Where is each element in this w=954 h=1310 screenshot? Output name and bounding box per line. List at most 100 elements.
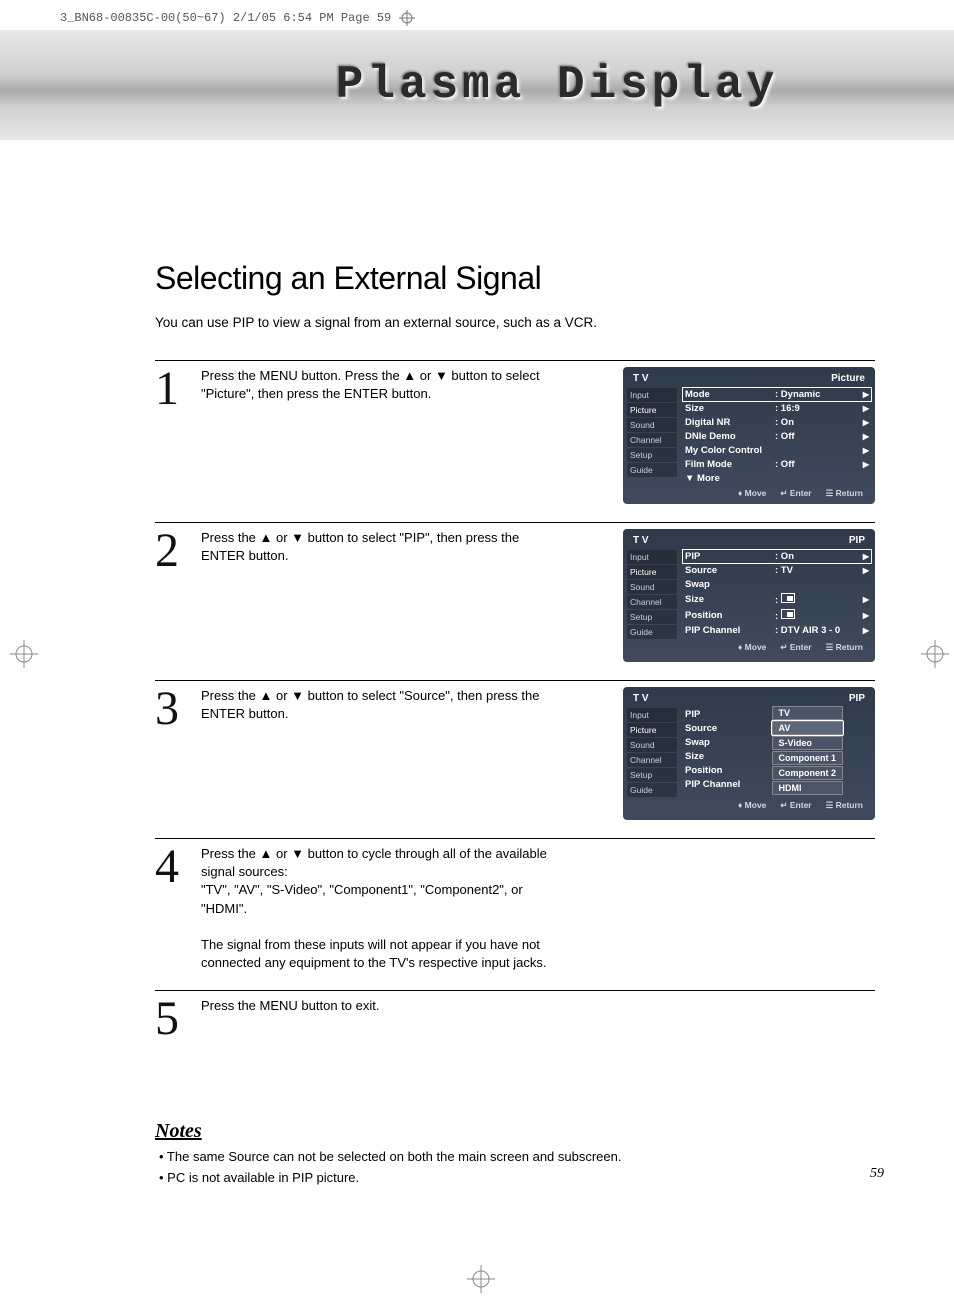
- osd-row-value: :: [775, 593, 863, 606]
- step-text: Press the MENU button. Press the ▲ or ▼ …: [201, 367, 561, 504]
- osd-head-left: T V: [633, 693, 649, 704]
- osd-menu-row[interactable]: Digital NR: On▶: [683, 416, 871, 429]
- osd-row-value: : Off: [775, 431, 863, 442]
- osd-row-label: PIP Channel: [685, 625, 775, 636]
- osd-sidebar-item[interactable]: Setup: [627, 448, 677, 462]
- osd-sidebar-item[interactable]: Sound: [627, 418, 677, 432]
- note-item: • PC is not available in PIP picture.: [159, 1168, 875, 1189]
- page-number: 59: [870, 1166, 884, 1182]
- osd-panel: T V PIP InputPictureSoundChannelSetupGuide…: [623, 687, 875, 820]
- osd-popup-option[interactable]: TV: [772, 706, 844, 720]
- osd-footer: ♦ Move↵ Enter☰ Return: [627, 639, 871, 654]
- registration-mark-bottom: [467, 1265, 495, 1298]
- print-header: 3_BN68-00835C-00(50~67) 2/1/05 6:54 PM P…: [60, 10, 415, 26]
- osd-head-left: T V: [633, 535, 649, 546]
- osd-footer-hint: ☰ Return: [826, 800, 863, 811]
- osd-menu-row[interactable]: Swap: [683, 578, 871, 591]
- step-text: Press the MENU button to exit.: [201, 997, 561, 1050]
- banner-title: Plasma Display: [336, 59, 778, 111]
- osd-popup-option[interactable]: S-Video: [772, 736, 844, 750]
- osd-footer: ♦ Move ↵ Enter ☰ Return: [627, 485, 871, 500]
- osd-sidebar-item[interactable]: Channel: [627, 595, 677, 609]
- chevron-right-icon: ▶: [863, 626, 869, 635]
- registration-mark-left: [10, 640, 38, 673]
- osd-menu-row[interactable]: ▼ More: [683, 472, 871, 485]
- chevron-right-icon: ▶: [863, 418, 869, 427]
- osd-row-label: Size: [685, 403, 775, 414]
- pip-size-icon: [781, 593, 795, 603]
- osd-row-label: Source: [685, 723, 775, 734]
- osd-source-popup: TVAVS-VideoComponent 1Component 2HDMI: [772, 706, 844, 795]
- instruction-step: 4Press the ▲ or ▼ button to cycle throug…: [155, 838, 875, 972]
- osd-sidebar-item[interactable]: Sound: [627, 738, 677, 752]
- crop-mark-icon: [399, 10, 415, 26]
- osd-footer-hint: ☰ Return: [826, 488, 863, 499]
- osd-popup-option[interactable]: Component 2: [772, 766, 844, 780]
- intro-text: You can use PIP to view a signal from an…: [155, 315, 875, 330]
- osd-menu-row[interactable]: PIP: On▶: [683, 550, 871, 563]
- osd-sidebar-item[interactable]: Channel: [627, 433, 677, 447]
- step-number: 3: [155, 687, 187, 820]
- osd-row-value: : Dynamic: [775, 389, 863, 400]
- osd-sidebar-item[interactable]: Sound: [627, 580, 677, 594]
- osd-footer-hint: ♦ Move: [738, 488, 766, 499]
- chevron-right-icon: ▶: [863, 432, 869, 441]
- osd-sidebar-item[interactable]: Input: [627, 550, 677, 564]
- osd-row-value: : 16:9: [775, 403, 863, 414]
- osd-sidebar-item[interactable]: Input: [627, 708, 677, 722]
- pip-position-icon: [781, 609, 795, 619]
- step-number: 4: [155, 845, 187, 972]
- osd-sidebar-item[interactable]: Picture: [627, 565, 677, 579]
- osd-row-label: Source: [685, 565, 775, 576]
- osd-menu-row[interactable]: Size: 16:9▶: [683, 402, 871, 415]
- instruction-step: 1Press the MENU button. Press the ▲ or ▼…: [155, 360, 875, 504]
- header-banner: Plasma Display: [0, 30, 954, 140]
- osd-row-label: PIP: [685, 551, 775, 562]
- osd-row-label: DNIe Demo: [685, 431, 775, 442]
- osd-head-right: PIP: [849, 693, 865, 704]
- osd-row-value: : Off: [775, 459, 863, 470]
- osd-row-label: PIP Channel: [685, 779, 775, 790]
- osd-row-label: Swap: [685, 579, 775, 590]
- osd-head-right: Picture: [831, 373, 865, 384]
- osd-menu-row[interactable]: Source: TV▶: [683, 564, 871, 577]
- osd-popup-option[interactable]: AV: [772, 721, 844, 735]
- osd-row-label: Position: [685, 610, 775, 621]
- osd-sidebar-item[interactable]: Guide: [627, 783, 677, 797]
- osd-row-value: :: [775, 609, 863, 622]
- osd-sidebar-item[interactable]: Guide: [627, 625, 677, 639]
- instruction-step: 2Press the ▲ or ▼ button to select "PIP"…: [155, 522, 875, 662]
- osd-menu-row[interactable]: Position: ▶: [683, 608, 871, 623]
- step-text: Press the ▲ or ▼ button to select "Sourc…: [201, 687, 561, 820]
- osd-menu-row[interactable]: Mode: Dynamic▶: [683, 388, 871, 401]
- osd-footer-hint: ♦ Move: [738, 800, 766, 811]
- chevron-right-icon: ▶: [863, 460, 869, 469]
- osd-menu-row[interactable]: Size: ▶: [683, 592, 871, 607]
- osd-popup-option[interactable]: Component 1: [772, 751, 844, 765]
- registration-mark-right: [921, 640, 949, 673]
- osd-sidebar-item[interactable]: Setup: [627, 768, 677, 782]
- osd-sidebar-item[interactable]: Picture: [627, 403, 677, 417]
- osd-menu-row[interactable]: My Color Control▶: [683, 444, 871, 457]
- instruction-step: 3Press the ▲ or ▼ button to select "Sour…: [155, 680, 875, 820]
- chevron-right-icon: ▶: [863, 390, 869, 399]
- page-title: Selecting an External Signal: [155, 260, 875, 297]
- osd-sidebar-item[interactable]: Input: [627, 388, 677, 402]
- note-item: • The same Source can not be selected on…: [159, 1147, 875, 1168]
- instruction-step: 5Press the MENU button to exit.: [155, 990, 875, 1050]
- osd-menu-row[interactable]: DNIe Demo: Off▶: [683, 430, 871, 443]
- osd-menu-row[interactable]: Film Mode: Off▶: [683, 458, 871, 471]
- osd-row-label: ▼ More: [685, 473, 775, 484]
- osd-row-label: Size: [685, 594, 775, 605]
- osd-sidebar-item[interactable]: Guide: [627, 463, 677, 477]
- osd-popup-option[interactable]: HDMI: [772, 781, 844, 795]
- osd-footer-hint: ↵ Enter: [780, 642, 811, 653]
- osd-menu-row[interactable]: PIP Channel: DTV AIR 3 - 0▶: [683, 624, 871, 637]
- osd-sidebar-item[interactable]: Setup: [627, 610, 677, 624]
- osd-row-value: : DTV AIR 3 - 0: [775, 625, 863, 636]
- osd-footer-hint: ↵ Enter: [780, 488, 811, 499]
- osd-head-right: PIP: [849, 535, 865, 546]
- osd-sidebar-item[interactable]: Picture: [627, 723, 677, 737]
- osd-sidebar-item[interactable]: Channel: [627, 753, 677, 767]
- osd-footer-hint: ♦ Move: [738, 642, 766, 653]
